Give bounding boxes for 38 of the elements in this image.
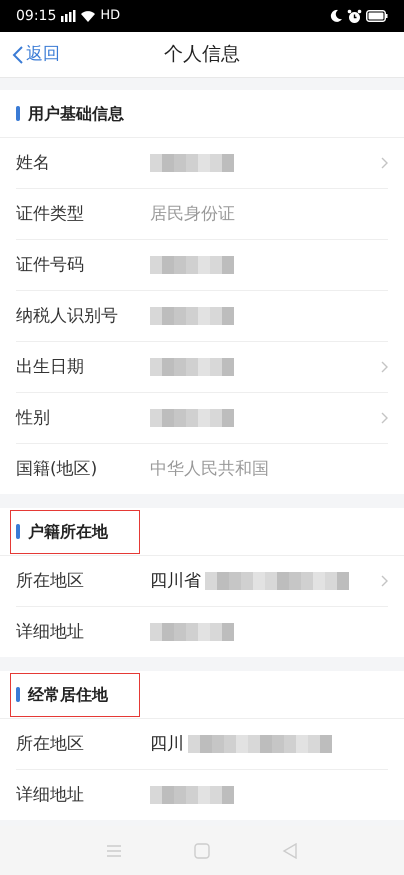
section-title: 经常居住地 bbox=[28, 684, 108, 706]
field-value: 居民身份证 bbox=[150, 203, 235, 226]
chevron-icon[interactable] bbox=[381, 575, 388, 587]
field-label: 性别 bbox=[16, 407, 51, 430]
field-label: 详细地址 bbox=[16, 621, 85, 644]
chevron-icon[interactable] bbox=[381, 157, 388, 169]
wifi-icon bbox=[80, 10, 96, 22]
field-label: 出生日期 bbox=[16, 356, 85, 379]
moon-icon bbox=[329, 9, 343, 23]
status-time: 09:15 bbox=[16, 6, 56, 26]
field-label: 国籍(地区) bbox=[16, 458, 98, 481]
back-chevron-icon bbox=[12, 44, 24, 64]
section-title: 用户基础信息 bbox=[28, 102, 124, 124]
field-label: 所在地区 bbox=[16, 733, 85, 756]
back-icon[interactable] bbox=[282, 842, 298, 858]
field-label: 详细地址 bbox=[16, 784, 85, 807]
page-title: 个人信息 bbox=[164, 42, 240, 68]
field-label: 所在地区 bbox=[16, 570, 85, 593]
field-label: 证件号码 bbox=[16, 254, 85, 277]
chevron-icon[interactable] bbox=[381, 361, 388, 373]
signal-icon bbox=[60, 10, 76, 22]
field-value: 四川 bbox=[150, 733, 184, 756]
accent-bar bbox=[16, 687, 20, 702]
home-icon[interactable] bbox=[194, 842, 210, 858]
field-value: 四川省 bbox=[150, 570, 201, 593]
field-label: 纳税人识别号 bbox=[16, 305, 119, 328]
network-label: HD bbox=[100, 7, 120, 26]
section-title: 户籍所在地 bbox=[28, 520, 108, 542]
chevron-icon[interactable] bbox=[381, 412, 388, 424]
field-value: 中华人民共和国 bbox=[150, 458, 269, 481]
battery-icon bbox=[366, 10, 388, 22]
back-button[interactable]: 返回 bbox=[12, 32, 60, 77]
field-label: 姓名 bbox=[16, 152, 51, 175]
accent-bar bbox=[16, 106, 20, 121]
accent-bar bbox=[16, 524, 20, 539]
alarm-icon bbox=[347, 8, 362, 24]
menu-icon[interactable] bbox=[106, 844, 122, 858]
field-label: 证件类型 bbox=[16, 203, 85, 226]
